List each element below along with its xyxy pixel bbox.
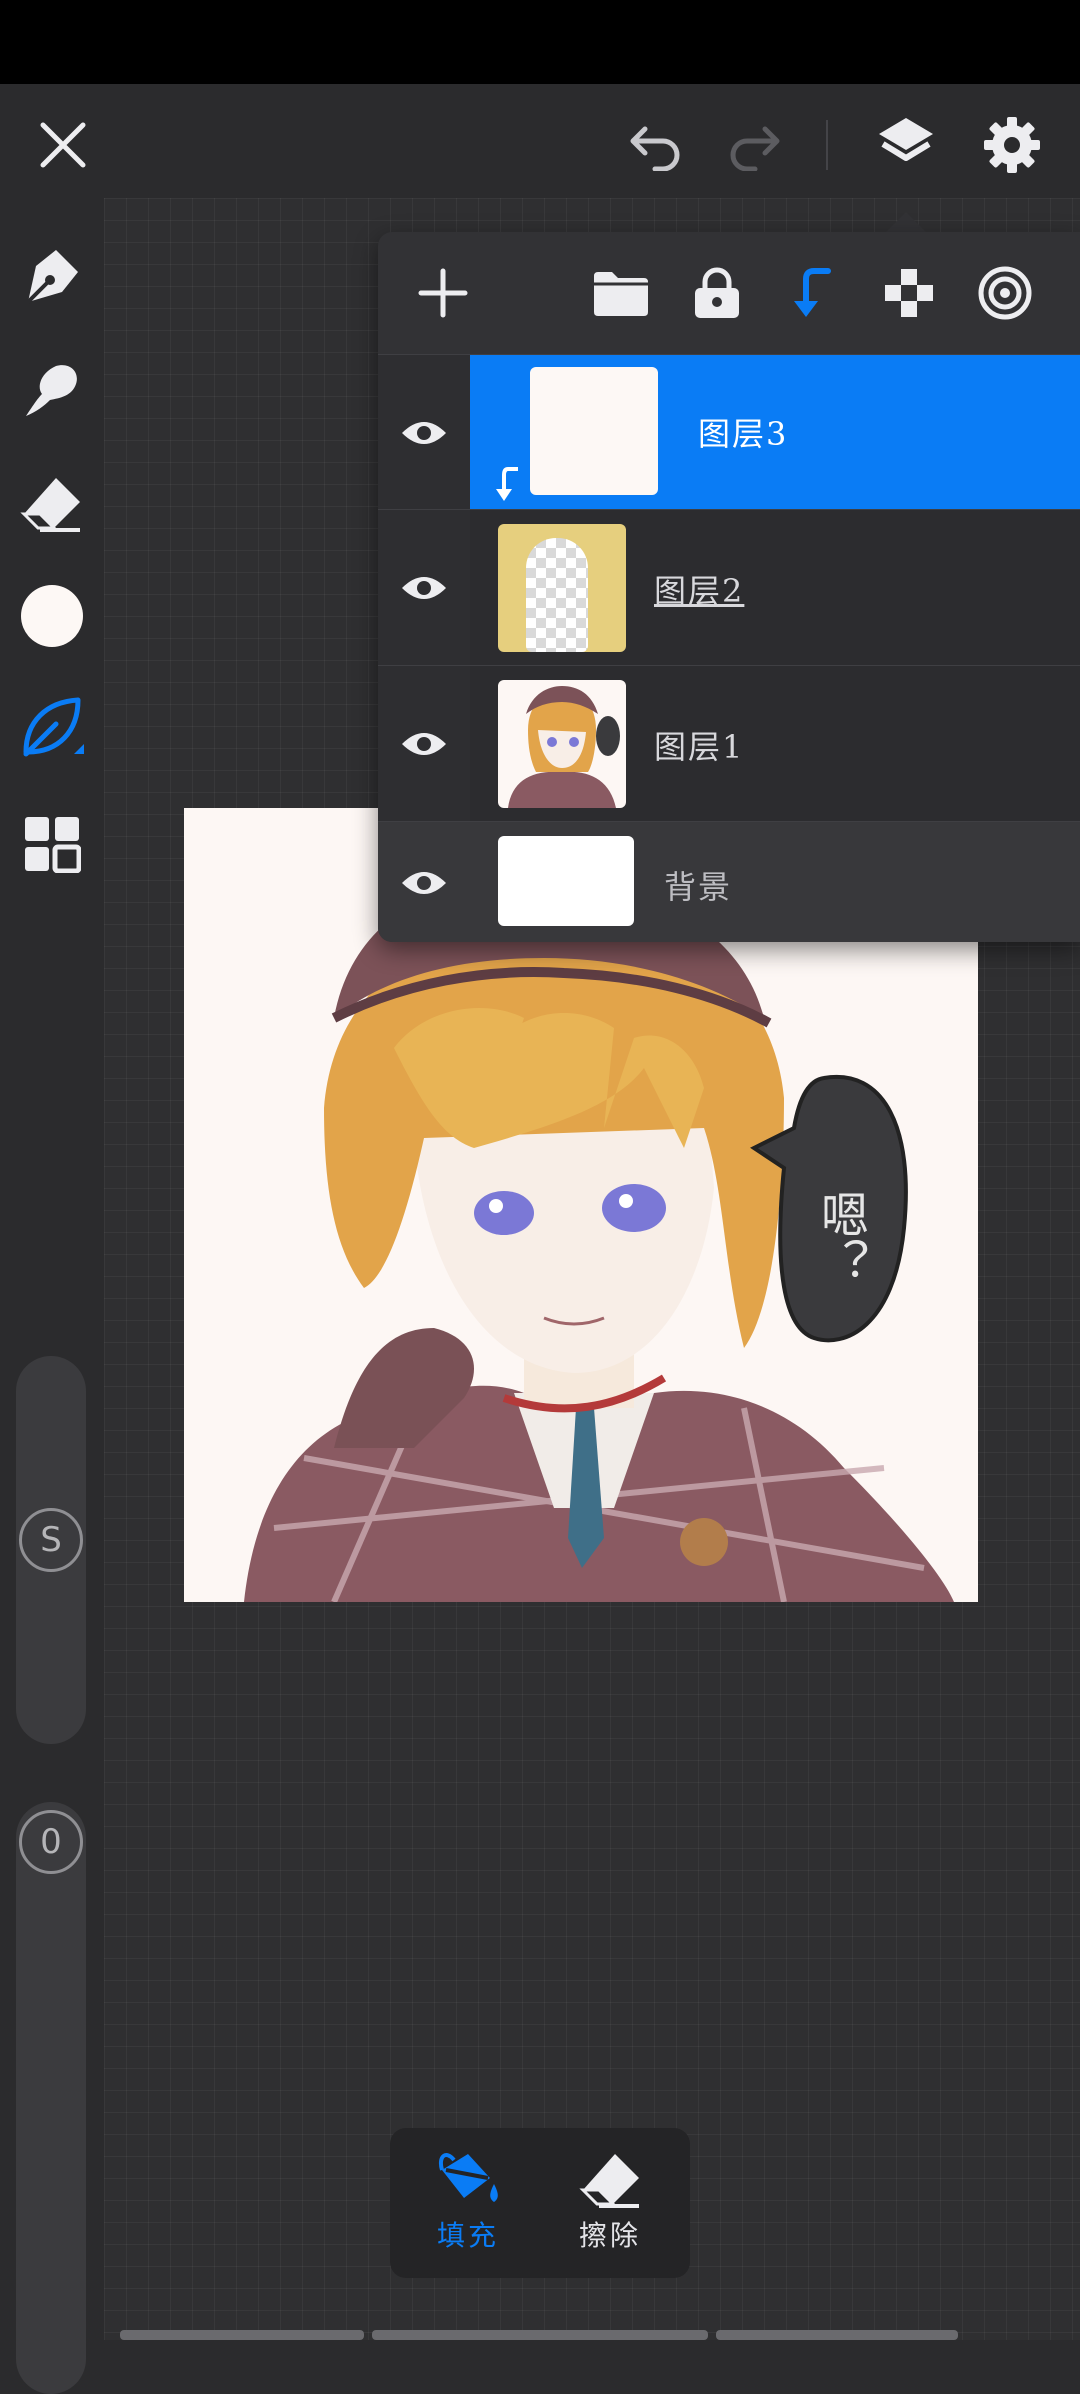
eye-icon — [402, 577, 446, 599]
checker-icon — [885, 269, 933, 317]
add-layer-button[interactable] — [410, 260, 476, 326]
layers-button[interactable] — [866, 106, 946, 184]
layer-name: 图层3 — [698, 415, 789, 453]
layers-panel: 图层3 图层2 图层1 背景 — [378, 232, 1080, 942]
fill-toolbar: 填充 擦除 — [390, 2128, 690, 2278]
reference-layer-button[interactable] — [972, 260, 1038, 326]
left-toolbar: S 0 — [0, 198, 104, 2394]
new-group-button[interactable] — [588, 260, 654, 326]
eraser-icon — [20, 478, 80, 532]
clip-icon — [794, 268, 831, 317]
opacity-knob-label: 0 — [40, 1822, 62, 1862]
fill-button[interactable]: 填充 — [408, 2148, 528, 2266]
background-color-swatch — [498, 836, 634, 926]
erase-button[interactable]: 擦除 — [550, 2148, 670, 2266]
smudge-icon — [26, 365, 77, 416]
lock-icon — [695, 267, 739, 318]
pen-icon — [26, 250, 78, 304]
eye-icon — [402, 733, 446, 755]
layer-visibility-toggle[interactable] — [378, 355, 471, 510]
bottom-strip-left — [120, 2330, 364, 2340]
layer-name: 图层2 — [654, 572, 745, 610]
layer-row-2[interactable]: 图层2 — [378, 509, 1080, 666]
color-button[interactable] — [12, 576, 92, 656]
color-swatch — [21, 585, 83, 647]
layer-thumbnail — [498, 524, 626, 652]
toolbar-divider — [826, 120, 828, 170]
settings-icon — [984, 117, 1040, 173]
add-layer-icon — [418, 268, 468, 318]
leaf-brush-icon — [23, 697, 84, 757]
layer-thumbnail-art — [508, 686, 620, 808]
clipping-mask-button[interactable] — [780, 260, 846, 326]
size-knob-label: S — [40, 1520, 62, 1560]
clip-indicator-icon — [496, 467, 518, 501]
brush-library-button[interactable] — [12, 688, 92, 768]
folder-icon — [594, 272, 648, 316]
top-toolbar — [0, 84, 1080, 198]
fill-label: 填充 — [436, 2219, 499, 2252]
layer-row-1[interactable]: 图层1 — [378, 665, 1080, 822]
layer-thumbnail — [530, 367, 658, 495]
fill-bucket-icon — [439, 2153, 498, 2202]
gallery-button[interactable] — [12, 804, 92, 884]
status-bar — [0, 0, 1080, 84]
eraser-icon — [579, 2154, 639, 2208]
brush-opacity-slider[interactable]: 0 — [16, 1802, 86, 2394]
eye-icon — [402, 871, 446, 894]
brush-size-slider[interactable]: S — [16, 1356, 86, 1744]
settings-button[interactable] — [972, 106, 1052, 184]
grid-icon — [25, 817, 81, 873]
brush-size-knob[interactable]: S — [19, 1508, 83, 1572]
layer-body[interactable]: 背景 — [470, 822, 1080, 942]
speech-bubble-text: 嗯？ — [812, 1190, 868, 1286]
layers-icon — [879, 118, 933, 161]
redo-button[interactable] — [716, 110, 792, 180]
undo-button[interactable] — [618, 110, 694, 180]
layer-name: 背景 — [664, 868, 733, 906]
close-icon — [40, 122, 86, 168]
layer-thumbnail — [498, 680, 626, 808]
layer-visibility-toggle[interactable] — [378, 822, 471, 942]
layers-toolbar — [378, 232, 1080, 354]
layer-row-background[interactable]: 背景 — [378, 821, 1080, 942]
smudge-tool-button[interactable] — [12, 350, 92, 430]
layer-body[interactable]: 图层2 — [470, 510, 1080, 666]
layer-body[interactable]: 图层3 — [470, 355, 1080, 510]
erase-label: 擦除 — [578, 2219, 641, 2252]
opacity-knob[interactable]: 0 — [19, 1810, 83, 1874]
eraser-tool-button[interactable] — [12, 464, 92, 544]
target-icon — [978, 266, 1032, 320]
bottom-strip-right — [716, 2330, 958, 2340]
layer-row-3[interactable]: 图层3 — [378, 354, 1080, 510]
close-button[interactable] — [28, 110, 98, 180]
pen-tool-button[interactable] — [12, 236, 92, 316]
layer-body[interactable]: 图层1 — [470, 666, 1080, 822]
bottom-strip-middle — [372, 2330, 708, 2340]
layer-visibility-toggle[interactable] — [378, 666, 471, 822]
layer-visibility-toggle[interactable] — [378, 510, 471, 666]
layers-panel-caret — [884, 212, 928, 234]
redo-icon — [730, 126, 780, 171]
eye-icon — [402, 421, 446, 444]
lock-layer-button[interactable] — [684, 260, 750, 326]
alpha-lock-button[interactable] — [876, 260, 942, 326]
undo-icon — [630, 126, 680, 171]
layer-name: 图层1 — [654, 728, 745, 766]
